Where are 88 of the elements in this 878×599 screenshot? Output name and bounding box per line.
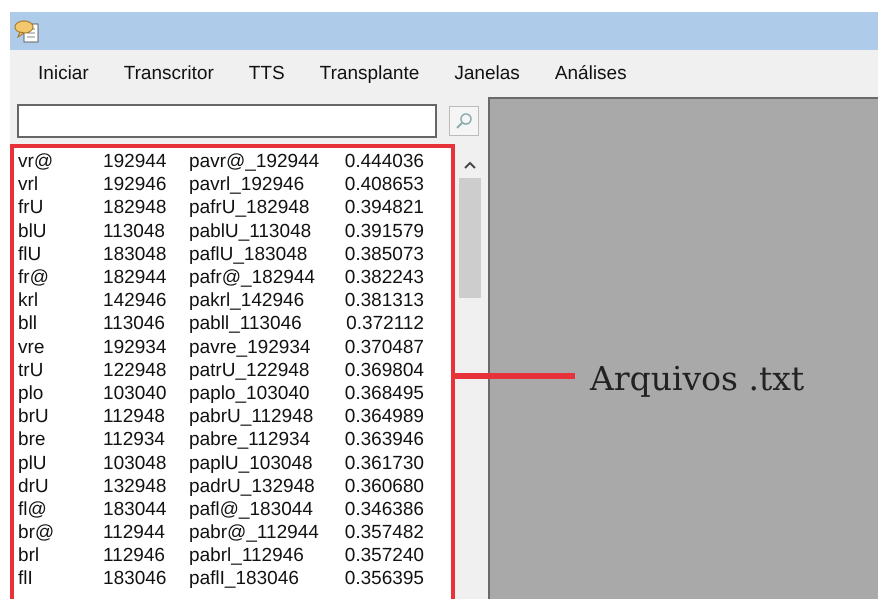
list-cell-text: 142946	[103, 291, 168, 310]
list-cell-text: pabre_112934	[189, 430, 312, 450]
scrollbar-thumb[interactable]	[459, 178, 481, 298]
list-cell-text: paplo_103040	[189, 384, 310, 403]
list-cell-text: 112944	[103, 523, 166, 542]
search-button[interactable]	[449, 106, 479, 136]
list-cell-text: 0.394821	[344, 198, 424, 218]
list-cell-text: 0.361730	[344, 454, 424, 473]
list-cell-text: paplU_103048	[189, 454, 314, 473]
list-cell-text: br@	[18, 523, 56, 542]
list-cell-text: flI	[18, 569, 34, 588]
list-cell-text: blU	[18, 222, 48, 241]
list-cell-text: pabr@_112944	[189, 523, 320, 542]
menu-item[interactable]: Transplante	[320, 60, 420, 88]
list-cell-text: pafl@_183044	[189, 500, 314, 519]
list-cell-text: 0.363946	[344, 430, 424, 450]
list-cell-text: 192934	[103, 338, 168, 357]
list-cell-text: patrU_122948	[189, 360, 310, 380]
menu-item[interactable]: TTS	[248, 60, 285, 88]
list-cell-text: pabrU_112948	[189, 407, 314, 426]
list-cell-text: pafr@_182944	[189, 268, 316, 288]
list-cell-text: 0.364989	[344, 407, 424, 426]
list-cell-text: pabrl_112946	[189, 546, 305, 566]
list-cell-text: frU	[18, 198, 44, 218]
annotation-label: Arquivos .txt	[590, 358, 804, 400]
list-cell-text: 112934	[103, 430, 166, 450]
list-cell-text: trU	[18, 360, 44, 380]
list-cell-text: 113046	[103, 314, 166, 334]
list-cell-text: 112946	[103, 546, 166, 566]
list-cell-text: brU	[18, 407, 50, 426]
list-cell-text: 0.444036	[344, 152, 424, 172]
list-cell-text: pafrU_182948	[189, 198, 310, 218]
list-cell-text: padrU_132948	[189, 476, 316, 496]
list-cell-text: 0.381313	[344, 291, 424, 310]
list-cell-text: pavrl_192946	[189, 175, 306, 194]
list-cell-text: 0.372112	[345, 314, 424, 334]
list-cell-text: 183048	[103, 244, 168, 264]
list-cell-text: krl	[18, 291, 40, 310]
list-cell-text: flU	[18, 244, 42, 264]
menu-item[interactable]: Transcritor	[124, 60, 214, 88]
list-cell-text: bll	[18, 314, 38, 334]
list-cell-text: pavr@_192944	[189, 152, 320, 172]
list-cell-text: 192944	[103, 152, 168, 172]
list-cell-text: 103048	[103, 454, 168, 473]
scroll-up-icon	[463, 160, 477, 170]
list-cell-text: pavre_192934	[189, 338, 312, 357]
list-cell-text: brl	[18, 546, 40, 566]
list-cell-text: 0.357482	[344, 523, 424, 542]
list-cell-text: 113048	[103, 222, 166, 241]
list-cell-text: 112948	[103, 407, 166, 426]
list-cell-text: 192946	[103, 175, 168, 194]
list-cell-text: 183046	[103, 569, 168, 588]
list-cell-text: vre	[18, 338, 46, 357]
list-cell-text: pablU_113048	[189, 222, 312, 241]
search-field[interactable]	[17, 104, 437, 138]
list-cell-text: plo	[18, 384, 44, 403]
list-cell-text: fr@	[18, 268, 50, 288]
list-cell-text: pabll_113046	[189, 314, 303, 334]
list-cell-text: 0.408653	[344, 175, 424, 194]
list-cell-text: pakrl_142946	[189, 291, 306, 310]
menu-item[interactable]: Iniciar	[38, 60, 89, 88]
list-cell-text: bre	[18, 430, 46, 450]
list-cell-text: 0.360680	[344, 476, 424, 496]
list-cell-text: 182944	[103, 268, 168, 288]
search-icon	[455, 112, 473, 130]
list-cell-text: 183044	[103, 500, 168, 519]
list-cell-text: 0.382243	[344, 268, 424, 288]
list-cell-text: 122948	[103, 360, 168, 380]
list-cell-text: 182948	[103, 198, 168, 218]
list-cell-text: fl@	[18, 500, 48, 519]
list-cell-text: 0.369804	[344, 360, 424, 380]
list-cell-text: 0.368495	[344, 384, 424, 403]
list-cell-text: 0.357240	[344, 546, 424, 566]
menu-item[interactable]: Janelas	[454, 60, 520, 88]
list-cell-text: 0.356395	[344, 569, 424, 588]
list-cell-text: vrl	[18, 175, 40, 194]
list-cell-text: paflI_183046	[189, 569, 300, 588]
list-cell-text: 0.370487	[344, 338, 424, 357]
list-cell-text: 0.391579	[344, 222, 424, 241]
list-cell-text: drU	[18, 476, 50, 496]
list-cell-text: paflU_183048	[189, 244, 308, 264]
menu-item[interactable]: Análises	[554, 60, 627, 88]
list-cell-text: 103040	[103, 384, 168, 403]
list-cell-text: 132948	[103, 476, 168, 496]
list-cell-text: vr@	[18, 152, 54, 172]
list-cell-text: 0.346386	[344, 500, 424, 519]
list-cell-text: 0.385073	[344, 244, 424, 264]
list-cell-text: plU	[18, 454, 48, 473]
